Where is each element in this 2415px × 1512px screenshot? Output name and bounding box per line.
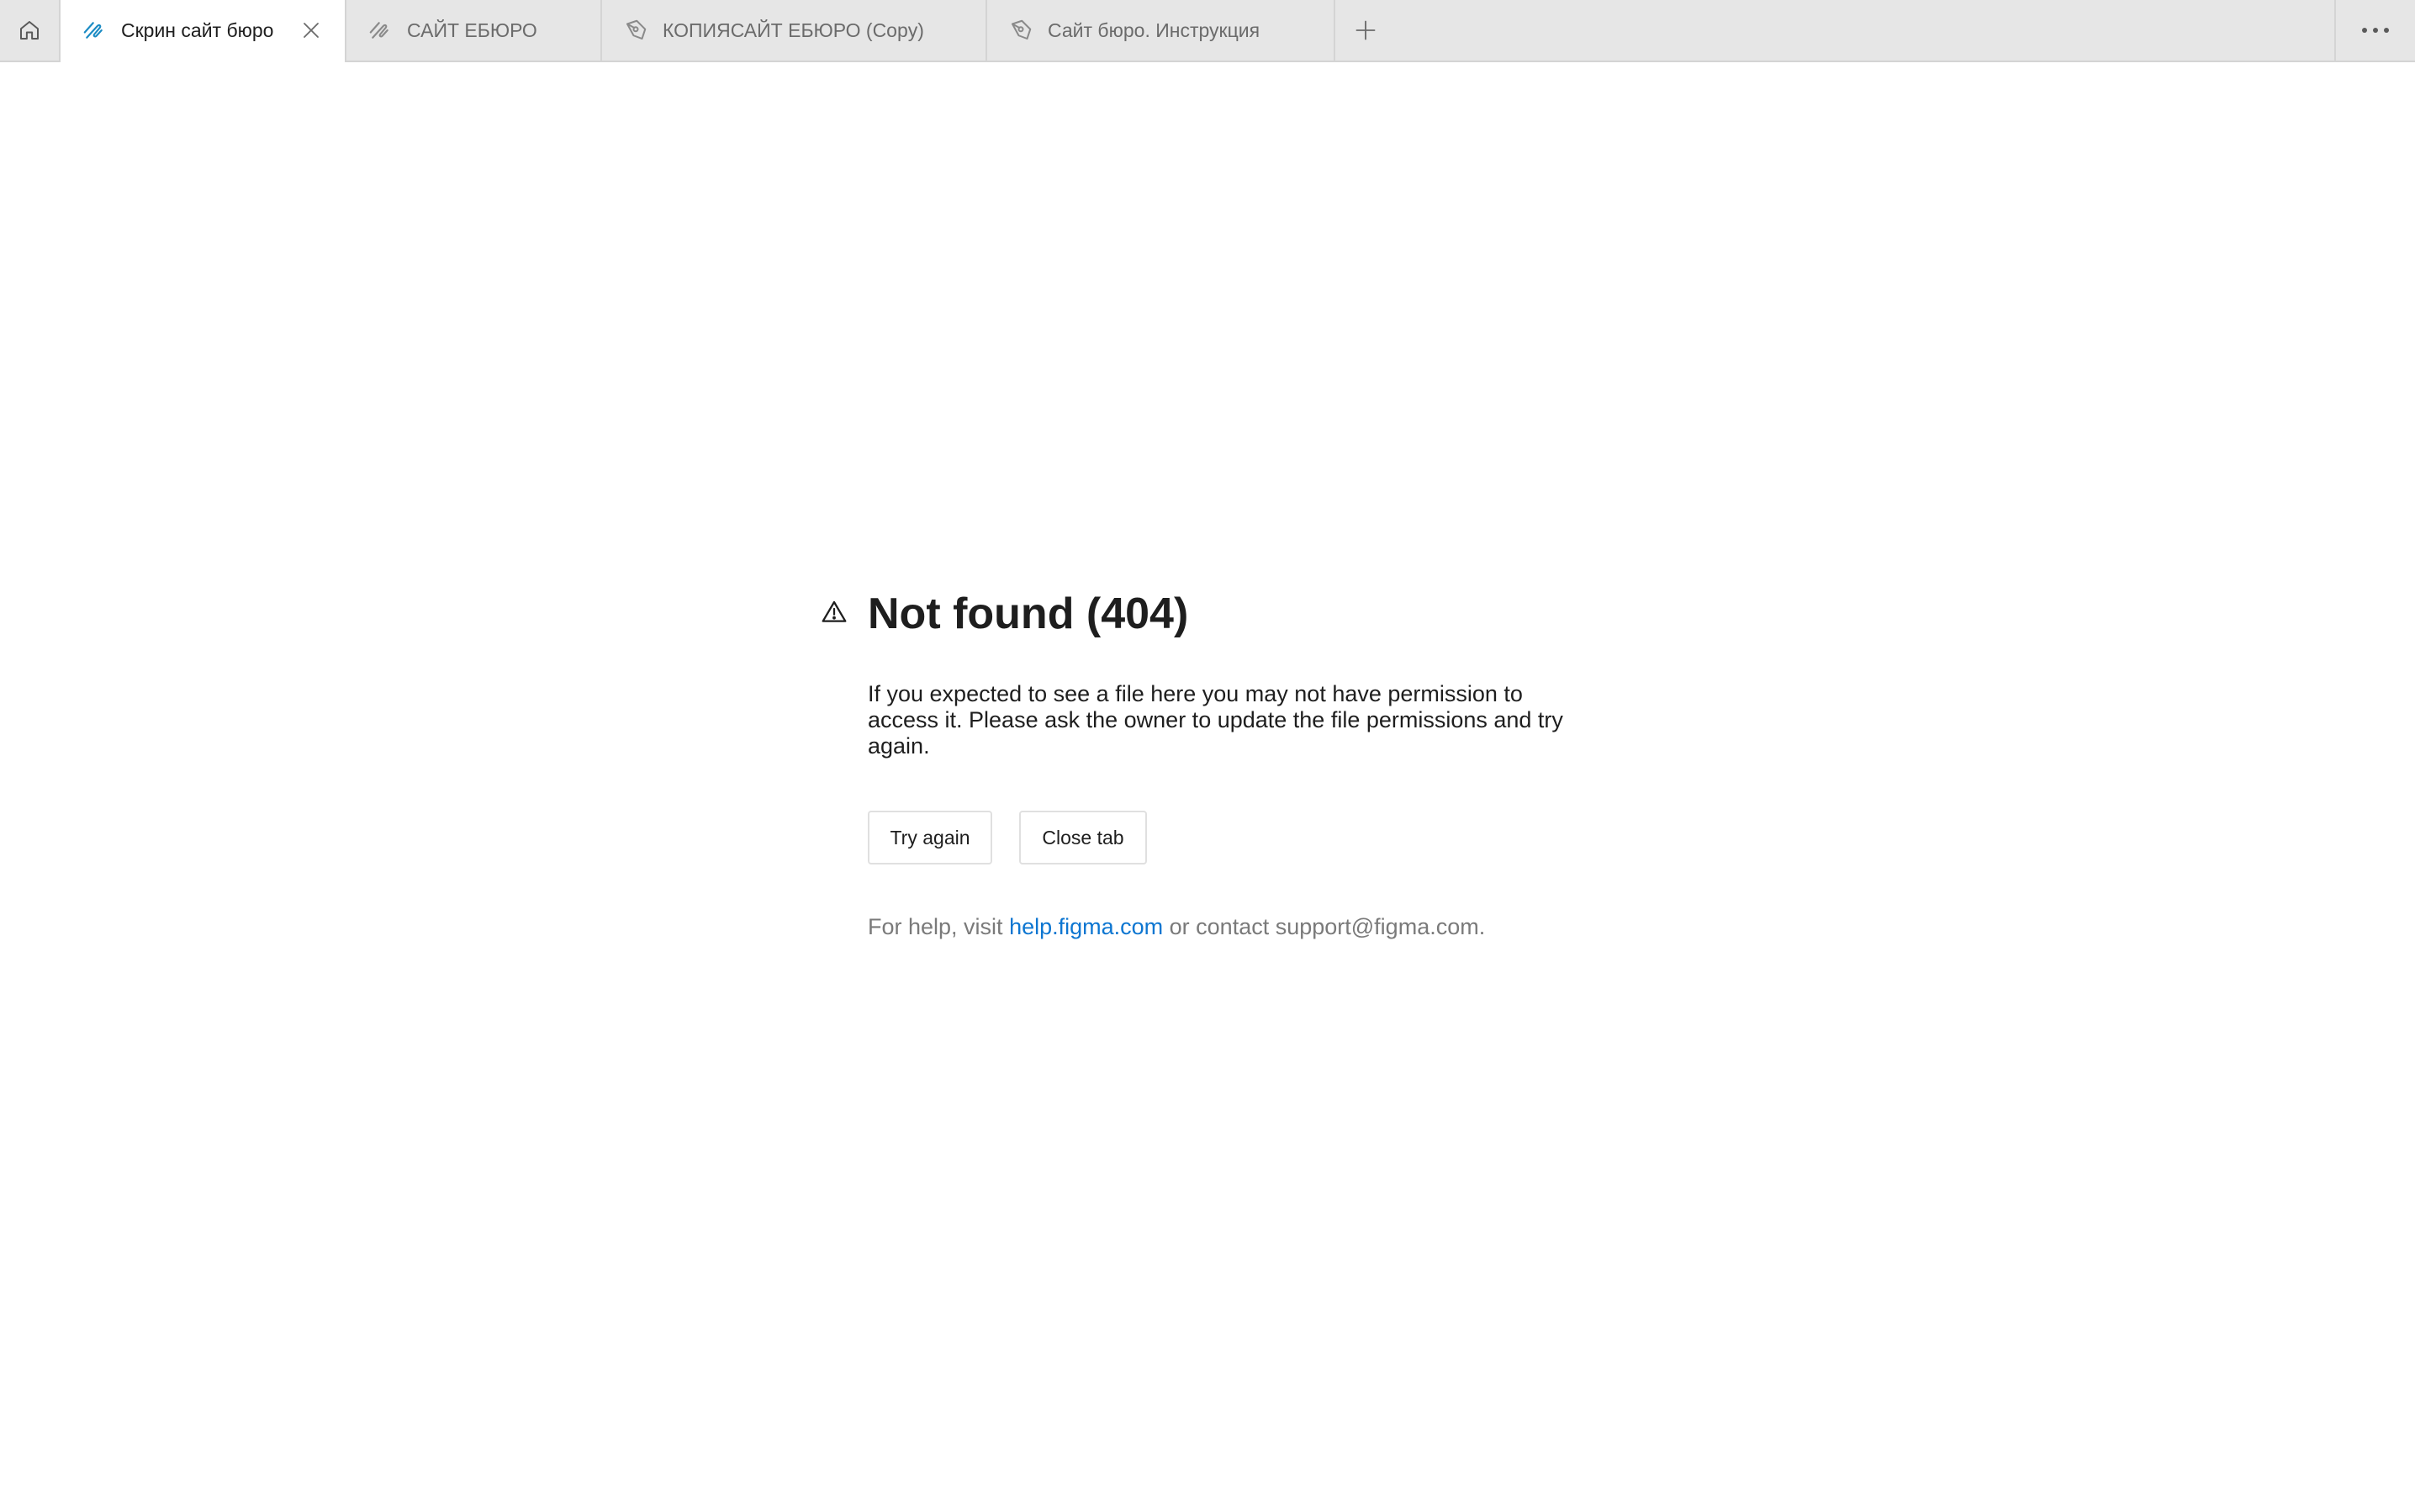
warning-icon xyxy=(822,600,847,622)
design-file-icon xyxy=(1007,17,1034,44)
more-options-button[interactable] xyxy=(2334,0,2415,61)
tab-label: Сайт бюро. Инструкция xyxy=(1048,19,1260,41)
error-message: If you expected to see a file here you m… xyxy=(868,681,1563,759)
tab-label: КОПИЯСАЙТ ЕБЮРО (Copy) xyxy=(663,19,924,41)
help-prefix: For help, visit xyxy=(868,914,1010,939)
home-button[interactable] xyxy=(0,0,61,61)
help-text: For help, visit help.figma.com or contac… xyxy=(868,910,1485,944)
tab-bar: Скрин сайт бюро САЙТ ЕБЮРО КОПИЯСАЙТ ЕБЮ… xyxy=(0,0,2415,62)
tab-skrin-sait-buro[interactable]: Скрин сайт бюро xyxy=(61,0,346,62)
design-file-icon xyxy=(622,17,649,44)
tab-sait-eburo[interactable]: САЙТ ЕБЮРО xyxy=(346,0,602,61)
plus-icon xyxy=(1355,20,1376,40)
tab-kopiya-sait-eburo-copy[interactable]: КОПИЯСАЙТ ЕБЮРО (Copy) xyxy=(602,0,987,61)
tab-sait-buro-instrukciya[interactable]: Сайт бюро. Инструкция xyxy=(987,0,1335,61)
tab-label: САЙТ ЕБЮРО xyxy=(407,19,537,41)
tab-label: Скрин сайт бюро xyxy=(121,19,274,41)
help-suffix: or contact support@figma.com. xyxy=(1163,914,1486,939)
close-tab-button[interactable]: Close tab xyxy=(1019,811,1147,864)
more-icon xyxy=(2362,28,2389,33)
figjam-icon xyxy=(367,17,394,44)
try-again-button[interactable]: Try again xyxy=(868,811,992,864)
close-tab-icon[interactable] xyxy=(299,19,323,42)
home-icon xyxy=(20,21,39,40)
figjam-icon xyxy=(81,17,108,44)
help-link[interactable]: help.figma.com xyxy=(1009,914,1163,939)
add-tab-button[interactable] xyxy=(1335,0,1396,61)
page-title: Not found (404) xyxy=(868,589,1189,638)
